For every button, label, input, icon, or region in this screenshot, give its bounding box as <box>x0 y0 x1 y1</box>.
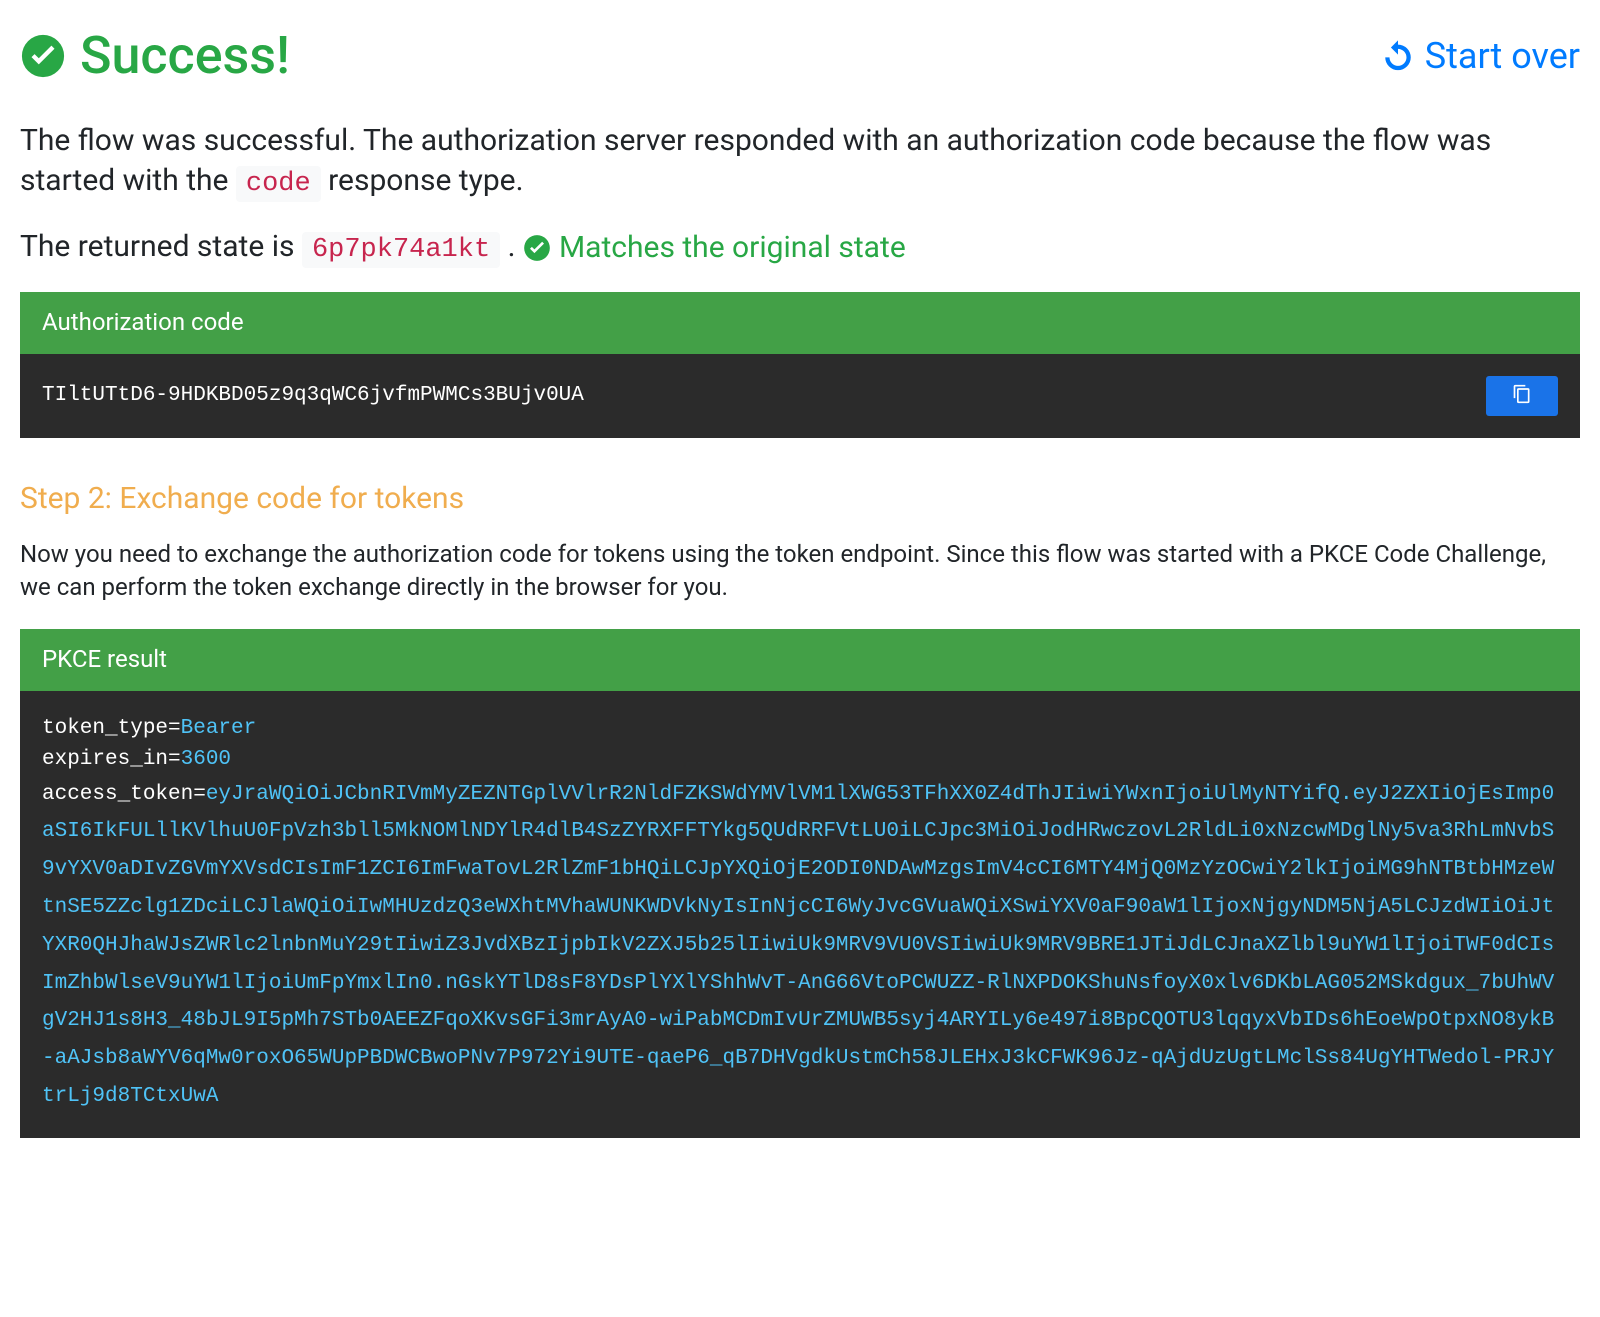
expires-in-line: expires_in=3600 <box>42 744 1558 776</box>
page-container: Success! Start over The flow was success… <box>20 20 1580 1138</box>
authorization-code-row: TIltUTtD6-9HDKBD05z9q3qWC6jvfmPWMCs3BUjv… <box>42 376 1558 416</box>
intro-line1-suffix: response type. <box>328 163 523 198</box>
token-type-key: token_type= <box>42 717 181 740</box>
token-type-value: Bearer <box>181 717 257 740</box>
state-value-code: 6p7pk74a1kt <box>302 232 500 268</box>
success-heading: Success! <box>20 20 290 93</box>
state-match-text: Matches the original state <box>559 228 906 269</box>
state-match-indicator: Matches the original state <box>523 228 906 269</box>
token-type-line: token_type=Bearer <box>42 713 1558 745</box>
intro-line2-prefix: The returned state is <box>20 229 302 264</box>
pkce-result-panel-header: PKCE result <box>20 629 1580 691</box>
step2-heading: Step 2: Exchange code for tokens <box>20 478 1580 520</box>
reload-icon <box>1381 39 1415 73</box>
intro-line2-suffix: . <box>508 229 523 264</box>
authorization-code-value: TIltUTtD6-9HDKBD05z9q3qWC6jvfmPWMCs3BUjv… <box>42 380 584 412</box>
intro-paragraph-2: The returned state is 6p7pk74a1kt . Matc… <box>20 227 1580 268</box>
check-circle-icon <box>523 234 551 262</box>
response-type-code: code <box>236 166 321 202</box>
copy-code-button[interactable] <box>1486 376 1558 416</box>
pkce-result-panel: PKCE result token_type=Bearer expires_in… <box>20 629 1580 1138</box>
check-circle-icon <box>20 33 66 79</box>
success-text: Success! <box>80 20 290 93</box>
start-over-link[interactable]: Start over <box>1381 31 1580 81</box>
expires-in-key: expires_in= <box>42 748 181 771</box>
authorization-code-panel-body: TIltUTtD6-9HDKBD05z9q3qWC6jvfmPWMCs3BUjv… <box>20 354 1580 438</box>
authorization-code-panel: Authorization code TIltUTtD6-9HDKBD05z9q… <box>20 292 1580 438</box>
step2-description: Now you need to exchange the authorizati… <box>20 538 1580 605</box>
copy-icon <box>1512 384 1532 407</box>
pkce-result-panel-body: token_type=Bearer expires_in=3600 access… <box>20 691 1580 1138</box>
intro-paragraph-1: The flow was successful. The authorizati… <box>20 121 1580 203</box>
authorization-code-panel-header: Authorization code <box>20 292 1580 354</box>
access-token-value: eyJraWQiOiJCbnRIVmMyZEZNTGplVVlrR2NldFZK… <box>42 783 1554 1108</box>
header-row: Success! Start over <box>20 20 1580 93</box>
start-over-text: Start over <box>1425 31 1580 81</box>
expires-in-value: 3600 <box>181 748 231 771</box>
access-token-line: access_token=eyJraWQiOiJCbnRIVmMyZEZNTGp… <box>42 776 1558 1116</box>
access-token-key: access_token= <box>42 783 206 806</box>
